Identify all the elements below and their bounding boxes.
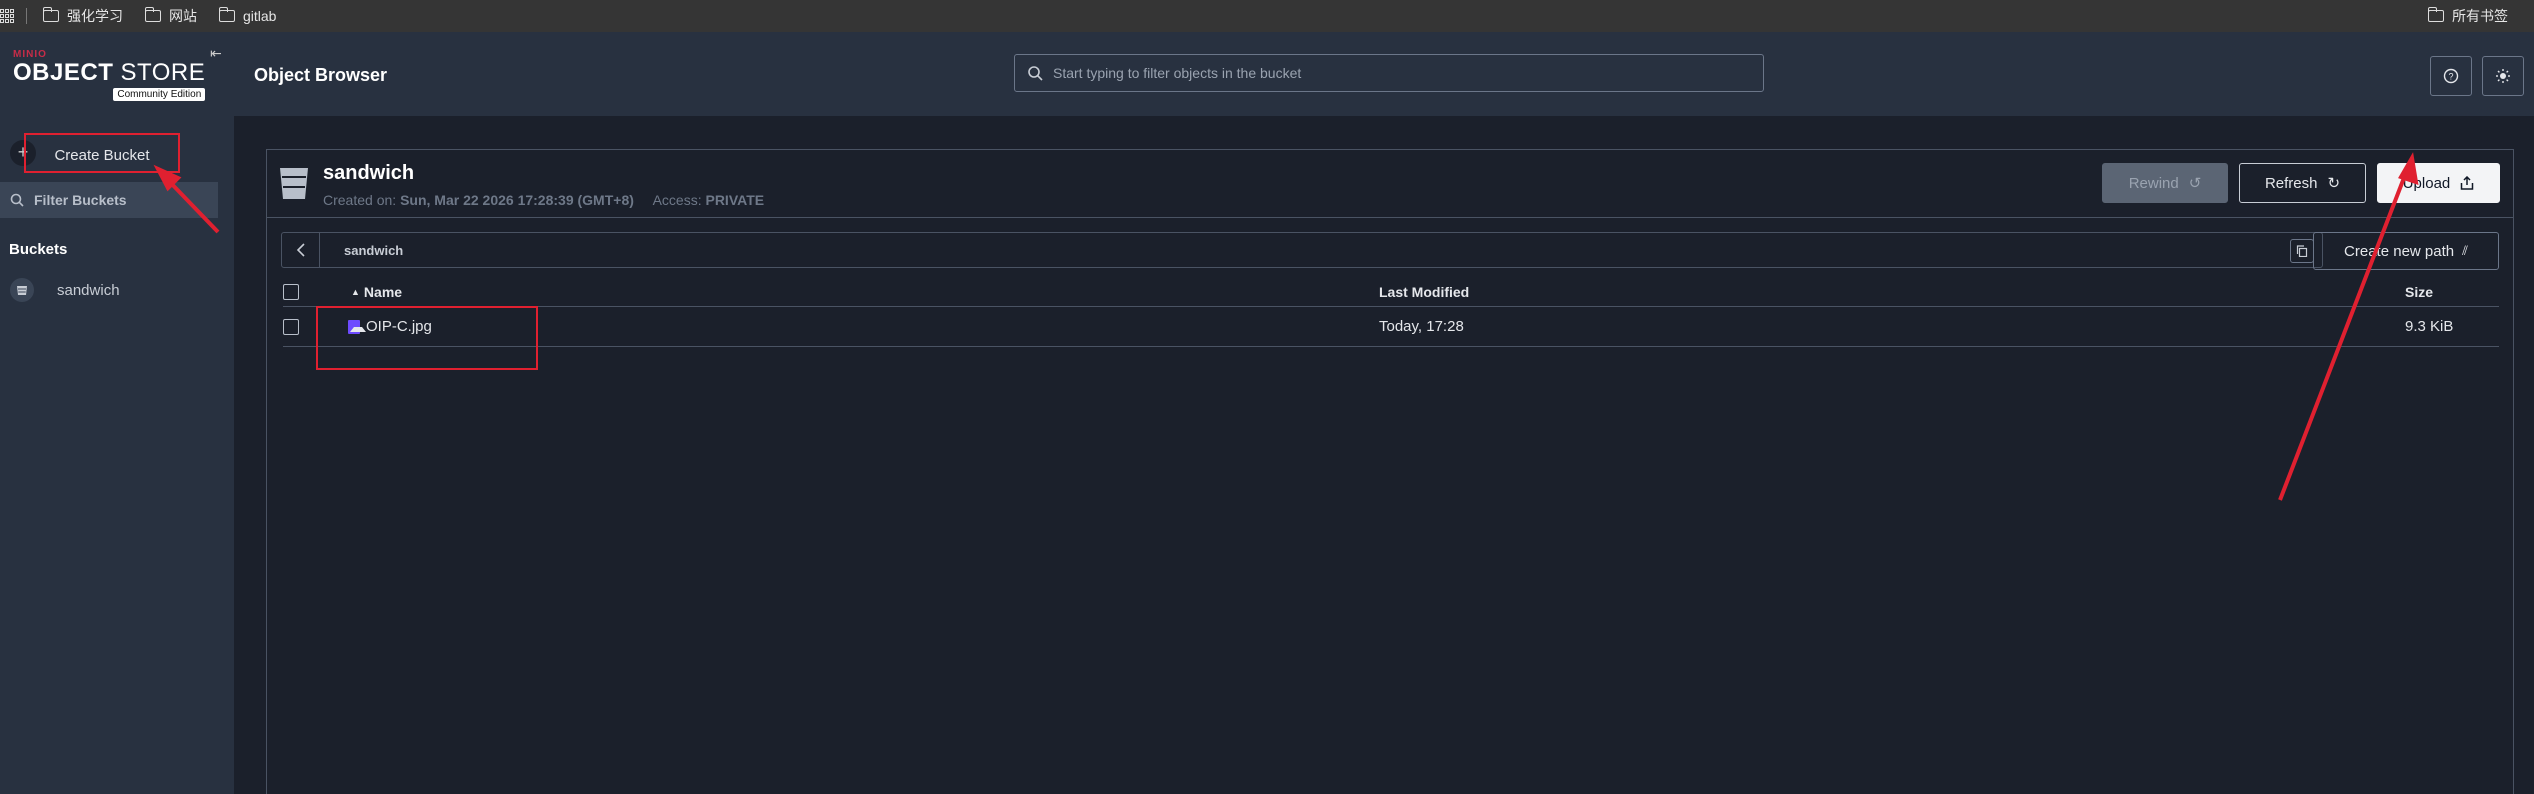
bookmarks-bar: 强化学习 网站 gitlab 所有书签 — [0, 0, 2534, 32]
folder-icon — [218, 7, 235, 22]
column-size-header[interactable]: Size — [2405, 277, 2433, 306]
rewind-label: Rewind — [2128, 174, 2179, 192]
all-bookmarks[interactable]: 所有书签 — [2427, 0, 2508, 32]
refresh-button[interactable]: Refresh ↻ — [2239, 163, 2366, 203]
top-header: Object Browser Start typing to filter ob… — [234, 32, 2534, 116]
breadcrumb-path[interactable]: sandwich — [344, 243, 403, 258]
rewind-button[interactable]: Rewind ↺ — [2102, 163, 2228, 203]
bookmark-label: 网站 — [169, 8, 197, 24]
copy-path-button[interactable] — [2290, 239, 2314, 263]
help-button[interactable]: ? — [2430, 56, 2472, 96]
filter-buckets-input[interactable]: Filter Buckets — [0, 182, 218, 218]
select-all-checkbox[interactable] — [283, 283, 299, 300]
theme-toggle-button[interactable] — [2482, 56, 2524, 96]
help-icon: ? — [2443, 68, 2459, 84]
bookmark-item[interactable]: 强化学习 — [42, 6, 123, 26]
search-icon — [1028, 66, 1043, 81]
access-value: PRIVATE — [705, 192, 765, 208]
filter-buckets-placeholder: Filter Buckets — [34, 192, 127, 208]
row-checkbox[interactable] — [283, 318, 299, 335]
bucket-name: sandwich — [323, 162, 415, 184]
folder-icon — [144, 7, 161, 22]
logo-title: OBJECT STORE — [13, 59, 206, 86]
sort-asc-icon: ▲ — [351, 286, 360, 297]
upload-label: Upload — [2402, 174, 2451, 192]
image-file-icon — [348, 319, 366, 334]
bucket-icon — [10, 278, 34, 302]
buckets-heading: Buckets — [9, 241, 68, 258]
file-name-cell[interactable]: OIP-C.jpg — [348, 307, 432, 346]
folder-icon — [42, 7, 59, 22]
column-name-header[interactable]: ▲ Name — [351, 277, 402, 306]
bucket-panel: sandwich Created on: Sun, Mar 22 2026 17… — [266, 149, 2514, 794]
search-placeholder: Start typing to filter objects in the bu… — [1053, 65, 1302, 81]
refresh-label: Refresh — [2264, 174, 2318, 192]
logo-edition: Community Edition — [113, 88, 206, 101]
back-button[interactable] — [282, 233, 320, 267]
object-search-input[interactable]: Start typing to filter objects in the bu… — [1014, 54, 1764, 92]
sidebar: MINIO OBJECT STORE Community Edition ⇤ +… — [0, 32, 234, 794]
collapse-sidebar-icon[interactable]: ⇤ — [210, 46, 224, 60]
apps-grid-icon[interactable] — [0, 9, 14, 23]
create-new-path-label: Create new path — [2344, 242, 2455, 260]
table-row[interactable]: OIP-C.jpg Today, 17:28 9.3 KiB — [283, 307, 2499, 347]
table-header: ▲ Name Last Modified Size — [283, 277, 2499, 307]
minio-logo: MINIO OBJECT STORE Community Edition — [13, 50, 206, 101]
all-bookmarks-label: 所有书签 — [2452, 8, 2508, 24]
rewind-icon: ↺ — [2188, 175, 2202, 192]
bookmark-label: gitlab — [243, 8, 277, 24]
bookmark-item[interactable]: gitlab — [218, 7, 277, 24]
copy-icon — [2296, 245, 2308, 257]
column-modified-header[interactable]: Last Modified — [1379, 277, 1469, 306]
svg-text:?: ? — [2448, 72, 2453, 82]
bucket-header: sandwich Created on: Sun, Mar 22 2026 17… — [267, 150, 2513, 218]
bookmark-item[interactable]: 网站 — [144, 6, 197, 26]
created-date: Sun, Mar 22 2026 17:28:39 (GMT+8) — [400, 192, 634, 208]
bucket-meta: Created on: Sun, Mar 22 2026 17:28:39 (G… — [323, 192, 765, 208]
sidebar-bucket-label: sandwich — [57, 281, 120, 299]
bucket-icon — [280, 168, 308, 199]
file-name: OIP-C.jpg — [366, 318, 432, 335]
upload-icon — [2461, 176, 2474, 190]
bookmarks-separator — [26, 8, 27, 24]
file-size-cell: 9.3 KiB — [2405, 318, 2454, 335]
sidebar-bucket-sandwich[interactable]: sandwich — [0, 270, 234, 310]
search-icon — [10, 193, 24, 207]
chevron-left-icon — [296, 243, 305, 257]
upload-button[interactable]: Upload — [2377, 163, 2500, 203]
file-modified-cell: Today, 17:28 — [1379, 318, 1464, 335]
folder-icon — [2427, 7, 2444, 22]
create-bucket-button[interactable]: Create Bucket — [24, 133, 180, 173]
column-name-label: Name — [363, 283, 403, 300]
select-all-checkbox-cell — [283, 277, 299, 306]
bookmark-label: 强化学习 — [67, 8, 123, 24]
create-new-path-button[interactable]: Create new path ⫽ — [2313, 232, 2499, 270]
sun-icon — [2496, 69, 2510, 83]
refresh-icon: ↻ — [2327, 175, 2341, 192]
path-breadcrumb: sandwich — [281, 232, 2323, 268]
row-checkbox-cell — [283, 307, 299, 346]
new-path-icon: ⫽ — [2462, 243, 2468, 258]
page-title: Object Browser — [254, 65, 388, 85]
